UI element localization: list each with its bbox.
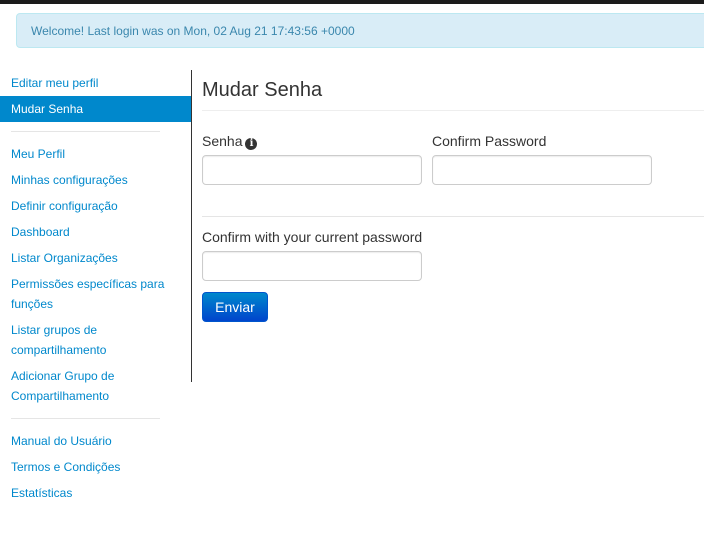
top-navbar (0, 0, 704, 4)
sidebar-nav: Editar meu perfil Mudar Senha Meu Perfil… (0, 70, 191, 506)
confirm-password-field[interactable] (432, 155, 652, 185)
sidebar-item-change-password[interactable]: Mudar Senha (0, 96, 191, 122)
password-field[interactable] (202, 155, 422, 185)
sidebar-item-set-setting[interactable]: Definir configuração (0, 193, 191, 219)
confirm-password-label: Confirm Password (432, 133, 547, 149)
sidebar-item-my-settings[interactable]: Minhas configurações (0, 167, 191, 193)
sidebar-item-list-sharing-groups[interactable]: Listar grupos de compartilhamento (0, 317, 191, 363)
password-label-wrap: Senha i (202, 133, 258, 150)
sidebar-item-edit-profile[interactable]: Editar meu perfil (0, 70, 191, 96)
sidebar-item-list-organisations[interactable]: Listar Organizações (0, 245, 191, 271)
form-divider (202, 216, 704, 217)
login-alert-text: Welcome! Last login was on Mon, 02 Aug 2… (31, 24, 355, 38)
sidebar-item-add-sharing-group[interactable]: Adicionar Grupo de Compartilhamento (0, 363, 191, 409)
sidebar-item-dashboard[interactable]: Dashboard (0, 219, 191, 245)
login-alert: Welcome! Last login was on Mon, 02 Aug 2… (16, 13, 704, 48)
current-password-field[interactable] (202, 251, 422, 281)
submit-button[interactable]: Enviar (202, 292, 268, 322)
page-title: Mudar Senha (202, 70, 704, 111)
current-password-label: Confirm with your current password (202, 229, 423, 245)
sidebar-divider (11, 131, 160, 132)
sidebar-item-user-guide[interactable]: Manual do Usuário (0, 428, 191, 454)
sidebar-item-terms[interactable]: Termos e Condições (0, 454, 191, 480)
sidebar-item-my-profile[interactable]: Meu Perfil (0, 141, 191, 167)
sidebar-item-role-permissions[interactable]: Permissões específicas para funções (0, 271, 191, 317)
password-label: Senha (202, 133, 243, 149)
sidebar-item-statistics[interactable]: Estatísticas (0, 480, 191, 506)
sidebar-divider (11, 418, 160, 419)
info-icon[interactable]: i (245, 138, 258, 150)
change-password-form: Mudar Senha Senha i Confirm Password Conf… (202, 70, 704, 322)
